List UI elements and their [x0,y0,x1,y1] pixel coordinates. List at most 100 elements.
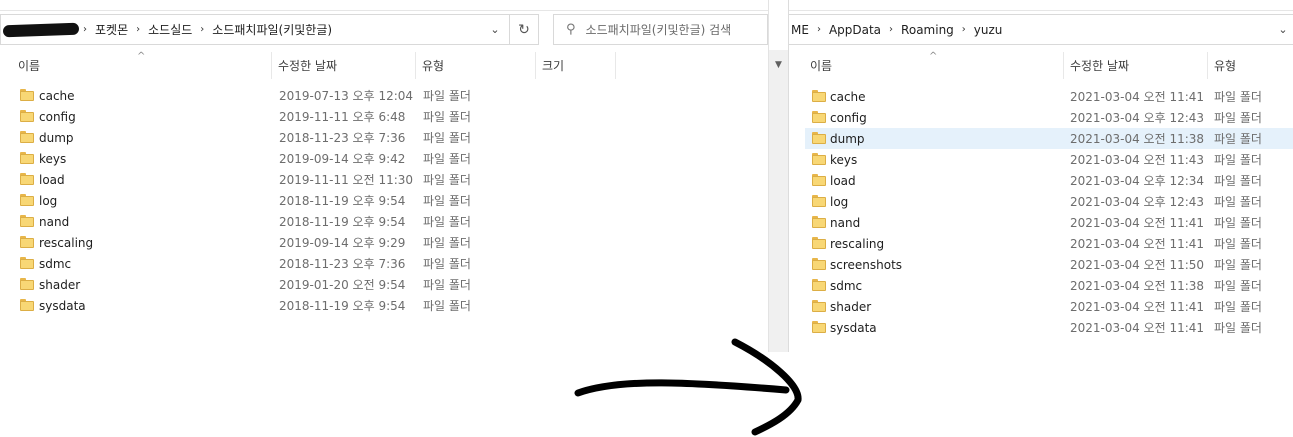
file-name: rescaling [830,236,885,251]
folder-icon [812,237,826,249]
modified-date: 2021-03-04 오전 11:38 [1070,279,1205,293]
refresh-button[interactable]: ↻ [509,14,539,45]
file-name: screenshots [830,257,903,272]
modified-date: 2018-11-23 오후 7:36 [279,131,406,145]
search-placeholder: 소드패치파일(키및한글) 검색 [585,23,732,37]
list-item[interactable]: load 2019-11-11 오전 11:30 파일 폴더 [0,169,768,190]
modified-date: 2021-03-04 오전 11:41 [1070,237,1205,251]
file-type: 파일 폴더 [1214,216,1262,230]
file-name: log [830,194,849,209]
modified-date: 2021-03-04 오전 11:41 [1070,300,1205,314]
refresh-icon: ↻ [518,21,530,38]
list-item[interactable]: log 2018-11-19 오후 9:54 파일 폴더 [0,190,768,211]
modified-date: 2021-03-04 오전 11:50 [1070,258,1205,272]
file-name: nand [39,214,70,229]
breadcrumb-item[interactable]: yuzu [970,15,1007,44]
window-divider [788,0,789,352]
list-item[interactable]: rescaling 2019-09-14 오후 9:29 파일 폴더 [0,232,768,253]
chevron-down-icon[interactable]: ⌄ [1269,15,1293,44]
file-type: 파일 폴더 [423,257,471,271]
modified-date: 2018-11-19 오후 9:54 [279,299,406,313]
file-name: load [39,172,65,187]
column-header-size[interactable]: 크기 [536,52,616,79]
list-item[interactable]: log 2021-03-04 오후 12:43 파일 폴더 [788,191,1293,212]
address-bar[interactable]: ME › AppData › Roaming › yuzu ⌄ [788,14,1293,45]
window-divider: ▼ [768,0,789,352]
modified-date: 2021-03-04 오전 11:43 [1070,153,1205,167]
list-item[interactable]: dump 2018-11-23 오후 7:36 파일 폴더 [0,127,768,148]
list-item[interactable]: config 2021-03-04 오후 12:43 파일 폴더 [788,107,1293,128]
column-header-row: ^ 이름 수정한 날짜 유형 [788,51,1293,79]
file-name: sysdata [830,320,877,335]
list-item[interactable]: shader 2019-01-20 오전 9:54 파일 폴더 [0,274,768,295]
column-header-name[interactable]: 이름 [12,52,272,79]
search-input[interactable]: ⚲ 소드패치파일(키및한글) 검색 [553,14,768,45]
file-type: 파일 폴더 [423,215,471,229]
list-item[interactable]: shader 2021-03-04 오전 11:41 파일 폴더 [788,296,1293,317]
folder-icon [20,131,34,143]
hand-drawn-arrow [574,338,802,436]
list-item[interactable]: dump 2021-03-04 오전 11:38 파일 폴더 [805,128,1293,149]
folder-icon [812,279,826,291]
modified-date: 2019-01-20 오전 9:54 [279,278,406,292]
file-type: 파일 폴더 [423,278,471,292]
title-strip [0,0,768,11]
list-item[interactable]: sysdata 2021-03-04 오전 11:41 파일 폴더 [788,317,1293,338]
modified-date: 2018-11-19 오후 9:54 [279,215,406,229]
file-type: 파일 폴더 [423,152,471,166]
list-item[interactable]: config 2019-11-11 오후 6:48 파일 폴더 [0,106,768,127]
file-name: dump [39,130,74,145]
title-strip [788,0,1293,11]
file-type: 파일 폴더 [1214,174,1262,188]
breadcrumb-item[interactable]: ME [788,15,813,44]
chevron-right-icon: › [136,24,141,35]
file-name: dump [830,131,865,146]
chevron-down-icon[interactable]: ⌄ [481,15,509,44]
list-item[interactable]: cache 2019-07-13 오후 12:04 파일 폴더 [0,85,768,106]
file-type: 파일 폴더 [1214,132,1262,146]
breadcrumb-item[interactable]: 소드실드 [144,15,196,44]
column-header-row: ^ 이름 수정한 날짜 유형 크기 [0,51,768,79]
breadcrumb-item[interactable]: 소드패치파일(키및한글) [208,15,336,44]
folder-icon [20,215,34,227]
file-name: log [39,193,58,208]
column-header-type[interactable]: 유형 [1208,52,1293,79]
folder-icon [812,174,826,186]
breadcrumb-item[interactable]: AppData [825,15,885,44]
file-type: 파일 폴더 [1214,195,1262,209]
address-bar[interactable]: › 포켓몬 › 소드실드 › 소드패치파일(키및한글) ⌄ [0,14,510,45]
folder-icon [812,258,826,270]
column-header-date[interactable]: 수정한 날짜 [272,52,416,79]
column-header-type[interactable]: 유형 [416,52,536,79]
list-item[interactable]: nand 2021-03-04 오전 11:41 파일 폴더 [788,212,1293,233]
list-item[interactable]: screenshots 2021-03-04 오전 11:50 파일 폴더 [788,254,1293,275]
chevron-down-icon: ▼ [775,60,782,70]
file-type: 파일 폴더 [423,110,471,124]
list-item[interactable]: keys 2021-03-04 오전 11:43 파일 폴더 [788,149,1293,170]
modified-date: 2021-03-04 오전 11:41 [1070,90,1205,104]
file-type: 파일 폴더 [423,173,471,187]
modified-date: 2021-03-04 오후 12:43 [1070,195,1205,209]
file-type: 파일 폴더 [1214,258,1262,272]
list-item[interactable]: rescaling 2021-03-04 오전 11:41 파일 폴더 [788,233,1293,254]
list-item[interactable]: keys 2019-09-14 오후 9:42 파일 폴더 [0,148,768,169]
list-item[interactable]: nand 2018-11-19 오후 9:54 파일 폴더 [0,211,768,232]
list-item[interactable]: sdmc 2021-03-04 오전 11:38 파일 폴더 [788,275,1293,296]
list-item[interactable]: cache 2021-03-04 오전 11:41 파일 폴더 [788,86,1293,107]
column-header-date[interactable]: 수정한 날짜 [1064,52,1208,79]
chevron-right-icon: › [961,24,966,35]
modified-date: 2018-11-23 오후 7:36 [279,257,406,271]
breadcrumb-item[interactable]: 포켓몬 [91,15,132,44]
folder-icon [20,173,34,185]
list-item[interactable]: sysdata 2018-11-19 오후 9:54 파일 폴더 [0,295,768,316]
column-header-name[interactable]: 이름 [804,52,1064,79]
list-item[interactable]: load 2021-03-04 오후 12:34 파일 폴더 [788,170,1293,191]
file-type: 파일 폴더 [1214,237,1262,251]
list-item[interactable]: sdmc 2018-11-23 오후 7:36 파일 폴더 [0,253,768,274]
file-type: 파일 폴더 [423,194,471,208]
file-type: 파일 폴더 [1214,153,1262,167]
folder-icon [812,153,826,165]
file-name: nand [830,215,861,230]
folder-icon [812,216,826,228]
breadcrumb-item[interactable]: Roaming [897,15,958,44]
